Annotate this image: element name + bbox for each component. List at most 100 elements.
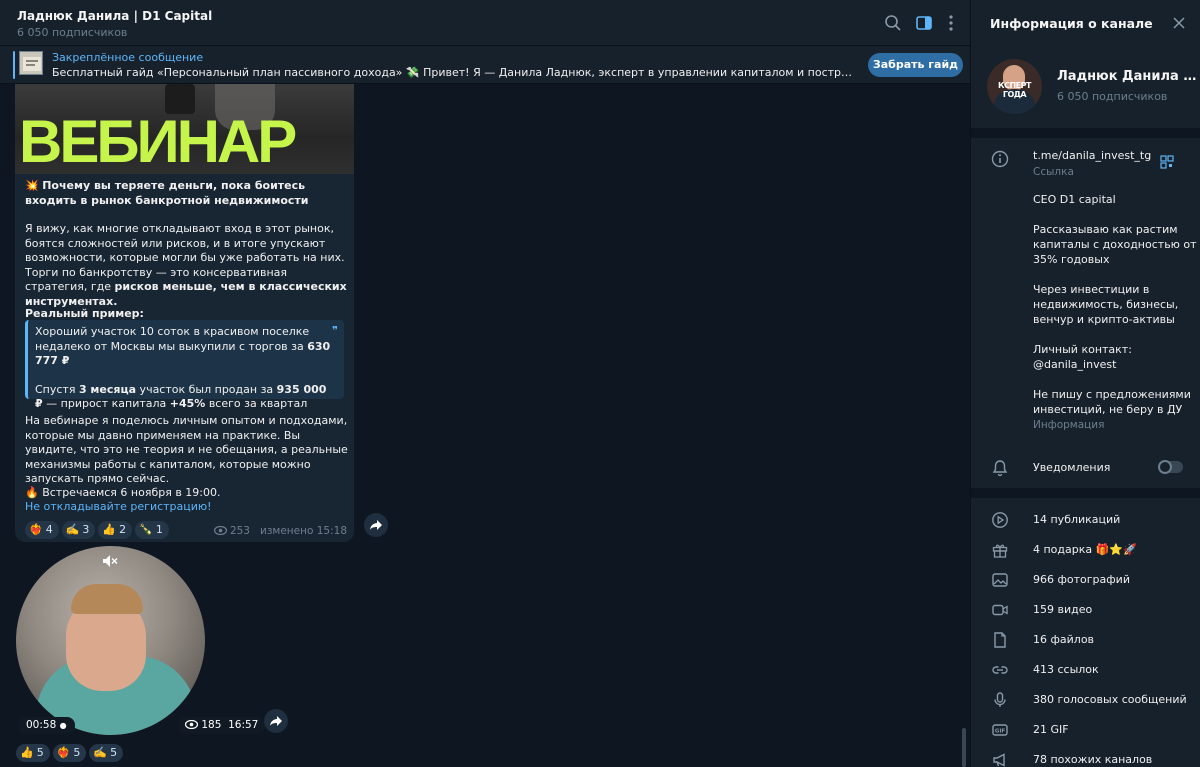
chat-subscribers: 6 050 подписчиков bbox=[17, 26, 128, 39]
video-views-icon bbox=[184, 719, 199, 730]
chat-scrollbar[interactable] bbox=[962, 728, 966, 767]
muted-icon[interactable] bbox=[102, 554, 118, 568]
post-reaction[interactable]: ✍️ 3 bbox=[61, 521, 96, 539]
pinned-message[interactable]: Закреплённое сообщение Бесплатный гайд «… bbox=[0, 46, 970, 84]
mic-icon bbox=[994, 692, 1006, 707]
publications-icon bbox=[992, 512, 1008, 528]
photo-icon bbox=[992, 573, 1008, 587]
share-icon bbox=[370, 520, 382, 530]
reaction-count: 5 bbox=[73, 746, 81, 759]
close-icon[interactable] bbox=[1172, 16, 1186, 30]
stat-gift[interactable]: 4 подарка 🎁⭐🚀 bbox=[971, 535, 1200, 565]
channel-info-panel: Информация о канале КСПЕРТ ГОДА Ладнюк Д… bbox=[970, 0, 1200, 767]
quote-icon: ❞ bbox=[332, 324, 338, 337]
about-line-5: Не пишу с предложениями инвестиций, не б… bbox=[1033, 388, 1191, 416]
forward-button[interactable] bbox=[364, 513, 388, 537]
stat-label: 21 GIF bbox=[1033, 723, 1069, 736]
megaphone-icon bbox=[993, 753, 1005, 767]
stat-label: 413 ссылок bbox=[1033, 663, 1099, 676]
separator bbox=[971, 128, 1200, 138]
telegram-window: Ладнюк Данила | D1 Capital 6 050 подписч… bbox=[0, 0, 1200, 767]
stat-publications[interactable]: 14 публикаций bbox=[971, 505, 1200, 535]
toggle-knob bbox=[1158, 460, 1172, 474]
stat-label: 380 голосовых сообщений bbox=[1033, 693, 1187, 706]
avatar-text: КСПЕРТ ГОДА bbox=[998, 81, 1031, 99]
post-meeting: 🔥 Встречаемся 6 ноября в 19:00. bbox=[25, 486, 221, 499]
post-paragraph-2: На вебинаре я поделюсь личным опытом и п… bbox=[25, 414, 348, 485]
video-reaction[interactable]: ❤️‍🔥 5 bbox=[52, 744, 87, 762]
video-time: 16:57 bbox=[228, 719, 259, 731]
message-bubble[interactable]: ВЕБИНАР 💥 Почему вы теряете деньги, пока… bbox=[15, 84, 354, 542]
reaction-emoji: ✍️ bbox=[65, 523, 80, 536]
post-reaction[interactable]: 👍 2 bbox=[98, 521, 133, 539]
reaction-count: 3 bbox=[82, 523, 90, 536]
stat-megaphone[interactable]: 78 похожих каналов bbox=[971, 745, 1200, 767]
reaction-emoji: ❤️‍🔥 bbox=[56, 746, 71, 759]
reaction-emoji: ❤️‍🔥 bbox=[29, 523, 43, 536]
more-menu-icon[interactable] bbox=[941, 13, 961, 33]
stat-link[interactable]: 413 ссылок bbox=[971, 655, 1200, 685]
post-edited: изменено 15:18 bbox=[260, 525, 347, 537]
search-icon[interactable] bbox=[883, 13, 903, 33]
banner-word: ВЕБИНАР bbox=[19, 108, 297, 174]
stat-label: 14 публикаций bbox=[1033, 513, 1121, 526]
stat-label: 78 похожих каналов bbox=[1033, 753, 1153, 766]
video-duration: 00:58 ● bbox=[18, 717, 75, 734]
video-forward-button[interactable] bbox=[264, 709, 288, 733]
post-reactions: ❤️‍🔥 4 ✍️ 3 👍 2 🍾 1 bbox=[25, 518, 172, 539]
reaction-emoji: 👍 bbox=[20, 746, 34, 759]
channel-avatar[interactable]: КСПЕРТ ГОДА bbox=[987, 59, 1042, 114]
separator-2 bbox=[971, 488, 1200, 498]
pinned-text: Бесплатный гайд «Персональный план пасси… bbox=[52, 66, 858, 79]
post-paragraph-1: Я вижу, как многие откладывают вход в эт… bbox=[25, 222, 347, 308]
notifications-toggle[interactable] bbox=[1158, 460, 1183, 474]
video-message[interactable] bbox=[16, 546, 205, 735]
link-icon bbox=[992, 666, 1008, 674]
panel-title: Информация о канале bbox=[990, 16, 1153, 31]
stat-label: 159 видео bbox=[1033, 603, 1093, 616]
reaction-emoji: 🍾 bbox=[139, 523, 153, 536]
post-reaction[interactable]: 🍾 1 bbox=[135, 521, 169, 539]
quote-line-2: Спустя 3 месяца участок был продан за 93… bbox=[35, 382, 327, 411]
stat-file[interactable]: 16 файлов bbox=[971, 625, 1200, 655]
reaction-emoji: ✍️ bbox=[93, 746, 108, 759]
video-icon bbox=[992, 604, 1008, 616]
stat-video[interactable]: 159 видео bbox=[971, 595, 1200, 625]
video-views: 185 bbox=[201, 719, 222, 731]
sidebar-toggle-icon[interactable] bbox=[914, 13, 934, 33]
registration-link[interactable]: Не откладывайте регистрацию! bbox=[25, 500, 350, 515]
reaction-emoji: 👍 bbox=[102, 523, 117, 536]
channel-subscribers: 6 050 подписчиков bbox=[1057, 90, 1168, 103]
qr-code-icon[interactable] bbox=[1160, 155, 1174, 169]
post-headline: 💥 Почему вы теряете деньги, пока боитесь… bbox=[25, 179, 309, 207]
stat-label: 4 подарка 🎁⭐🚀 bbox=[1033, 543, 1137, 556]
chat-title: Ладнюк Данила | D1 Capital bbox=[17, 9, 213, 23]
bell-icon bbox=[992, 460, 1008, 477]
channel-name: Ладнюк Данила | D1 Capital bbox=[1057, 69, 1197, 84]
gift-icon bbox=[992, 544, 1008, 558]
about-line-4: Личный контакт: bbox=[1033, 343, 1132, 356]
video-meta: 185 16:57 bbox=[178, 717, 266, 734]
webinar-banner-image: ВЕБИНАР bbox=[15, 84, 354, 174]
about-line-2: Рассказываю как растим капиталы с доходн… bbox=[1033, 223, 1197, 266]
video-reaction[interactable]: ✍️ 5 bbox=[89, 744, 124, 762]
pinned-indicator bbox=[13, 51, 15, 79]
stat-mic[interactable]: 380 голосовых сообщений bbox=[971, 685, 1200, 715]
video-reaction[interactable]: 👍 5 bbox=[16, 744, 50, 762]
stat-label: 16 файлов bbox=[1033, 633, 1095, 646]
pinned-thumbnail bbox=[19, 51, 43, 75]
stat-gif[interactable]: GIF 21 GIF bbox=[971, 715, 1200, 745]
pinned-title: Закреплённое сообщение bbox=[52, 51, 204, 64]
get-guide-button[interactable]: Забрать гайд bbox=[868, 53, 963, 77]
channel-link-label: Ссылка bbox=[1033, 166, 1074, 178]
post-meta: 253 изменено 15:18 bbox=[213, 525, 347, 537]
video-person-hair bbox=[71, 584, 143, 614]
about-line-1: CEO D1 capital bbox=[1033, 193, 1116, 206]
post-reaction[interactable]: ❤️‍🔥 4 bbox=[25, 521, 59, 539]
contact-link[interactable]: @danila_invest bbox=[1033, 358, 1198, 373]
chat-header[interactable]: Ладнюк Данила | D1 Capital 6 050 подписч… bbox=[0, 0, 970, 46]
svg-text:GIF: GIF bbox=[995, 729, 1006, 735]
info-icon bbox=[991, 150, 1009, 168]
file-icon bbox=[994, 632, 1006, 648]
stat-photo[interactable]: 966 фотографий bbox=[971, 565, 1200, 595]
